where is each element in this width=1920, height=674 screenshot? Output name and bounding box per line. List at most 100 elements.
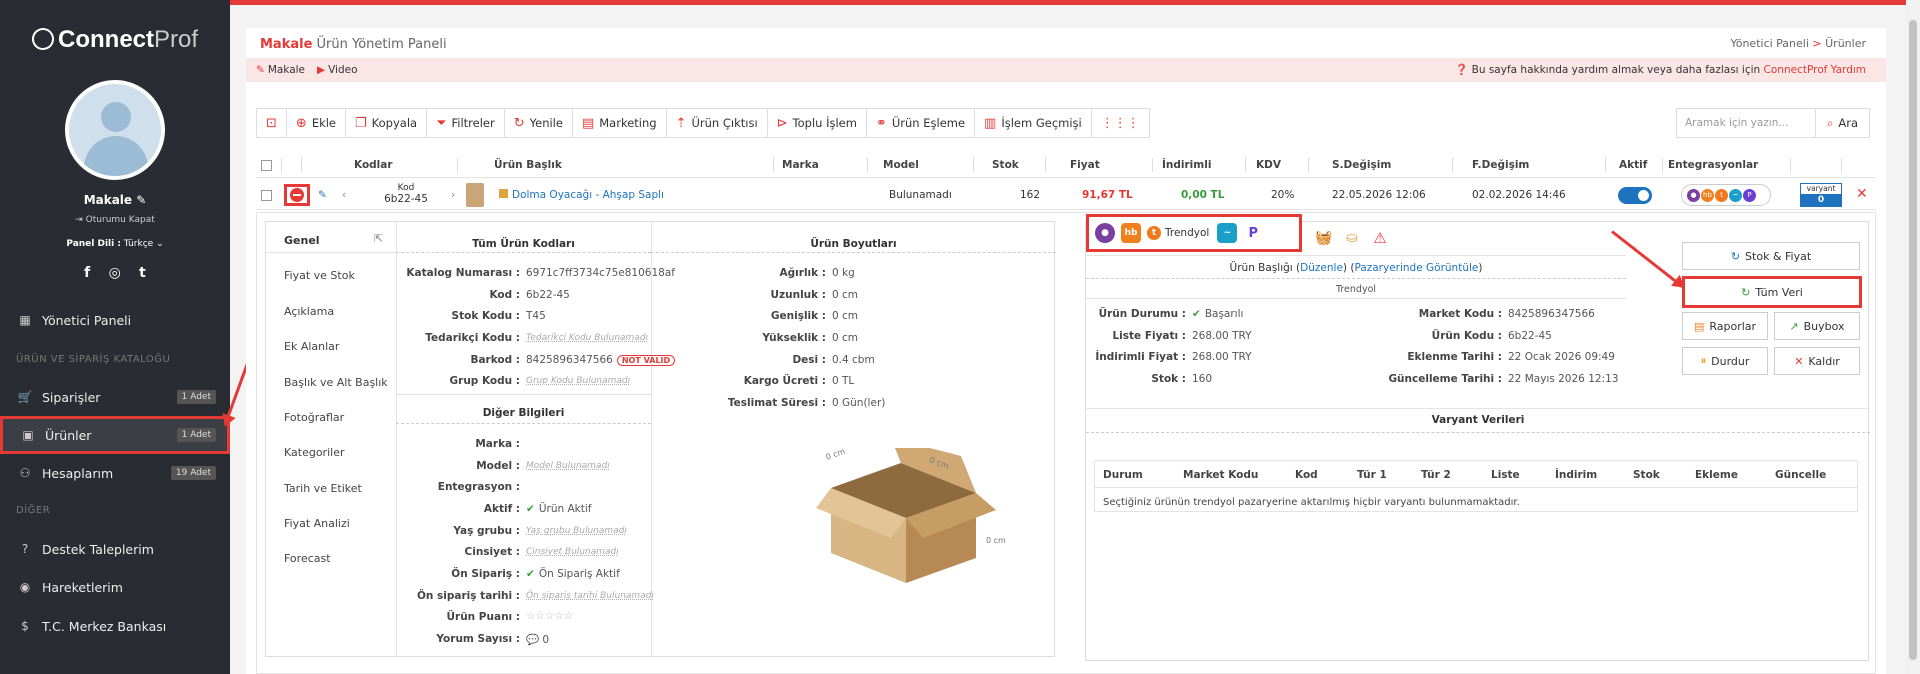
tab-date-tags[interactable]: Tarih ve Etiket — [284, 482, 362, 495]
vcol-stock[interactable]: Stok — [1633, 469, 1660, 481]
col-discounted[interactable]: İndirimli — [1162, 159, 1211, 171]
select-all-checkbox[interactable] — [261, 160, 272, 171]
search-button[interactable]: ⌕ Ara — [1816, 108, 1870, 138]
hepsiburada-icon[interactable]: hb — [1121, 223, 1141, 243]
avatar[interactable] — [65, 80, 165, 180]
filter-button[interactable]: ⏷ Filtreler — [427, 109, 505, 137]
match-button[interactable]: ⚭ Ürün Eşleme — [867, 109, 976, 137]
pazarama-icon[interactable]: P — [1243, 223, 1264, 243]
col-brand[interactable]: Marka — [782, 159, 819, 171]
makale-link[interactable]: Makale — [268, 64, 305, 76]
search-box: Aramak için yazın... ⌕ Ara — [1676, 108, 1870, 138]
settings-button[interactable]: ⊡ — [257, 109, 287, 137]
tab-photos[interactable]: Fotoğraflar — [284, 411, 344, 424]
tab-forecast[interactable]: Forecast — [284, 552, 331, 565]
col-model[interactable]: Model — [883, 159, 919, 171]
integrations-badges[interactable]: ● hb t ~ P — [1681, 184, 1771, 206]
tab-general[interactable]: Genel — [284, 234, 320, 247]
tab-description[interactable]: Açıklama — [284, 305, 334, 318]
close-icon[interactable]: ✕ — [1856, 186, 1868, 202]
table-row[interactable]: ✎ ‹ Kod 6b22-45 › Dolma Oyacağı - Ahşap S… — [256, 180, 1876, 210]
sidebar-item-products[interactable]: ▣ Ürünler 1 Adet — [0, 416, 230, 454]
bulk-action-button[interactable]: ⊳ Toplu İşlem — [768, 109, 867, 137]
basket-icon[interactable]: 🧺 — [1314, 228, 1334, 248]
col-title[interactable]: Ürün Başlık — [494, 159, 562, 171]
tab-extra-fields[interactable]: Ek Alanlar — [284, 340, 339, 353]
product-thumbnail[interactable] — [466, 183, 484, 207]
variants-title: Varyant Verileri — [1431, 414, 1525, 426]
col-price[interactable]: Fiyat — [1070, 159, 1100, 171]
user-name[interactable]: Makale ✎ — [0, 193, 230, 207]
col-fdate[interactable]: F.Değişim — [1472, 159, 1529, 171]
marketing-button[interactable]: ▤ Marketing — [573, 109, 667, 137]
coin-icon[interactable]: ⛀ — [1342, 228, 1362, 248]
ciceksepeti-icon[interactable]: ~ — [1217, 223, 1238, 243]
row-checkbox[interactable] — [261, 190, 272, 201]
buybox-button[interactable]: ↗ Buybox — [1774, 312, 1860, 340]
video-icon: ▶ — [317, 64, 326, 76]
col-vat[interactable]: KDV — [1256, 159, 1281, 171]
tab-titles[interactable]: Başlık ve Alt Başlık — [284, 376, 388, 389]
stock-price-button[interactable]: ↻ Stok & Fiyat — [1682, 242, 1860, 270]
sidebar-item-support[interactable]: ? Destek Taleplerim — [0, 531, 230, 567]
edit-icon[interactable]: ✎ — [318, 189, 327, 201]
vcol-list[interactable]: Liste — [1491, 469, 1520, 481]
sidebar-item-orders[interactable]: 🛒 Siparişler 1 Adet — [0, 379, 230, 415]
view-on-marketplace-link[interactable]: Pazaryerinde Görüntüle — [1354, 262, 1478, 274]
vcol-market-code[interactable]: Market Kodu — [1183, 469, 1258, 481]
facebook-icon[interactable]: f — [84, 265, 90, 281]
remove-button[interactable]: ✕ Kaldır — [1774, 347, 1860, 375]
col-integrations[interactable]: Entegrasyonlar — [1668, 159, 1758, 171]
tab-categories[interactable]: Kategoriler — [284, 446, 344, 459]
stop-button[interactable]: ⏸ Durdur — [1682, 347, 1768, 375]
brand-logo[interactable]: ConnectProf — [27, 23, 198, 55]
col-stock[interactable]: Stok — [992, 159, 1019, 171]
variant-badge[interactable]: varyant 0 — [1800, 183, 1842, 207]
sidebar-item-movements[interactable]: ◉ Hareketlerim — [0, 569, 230, 605]
breadcrumb-dashboard[interactable]: Yönetici Paneli — [1730, 37, 1808, 50]
search-input[interactable]: Aramak için yazın... — [1676, 108, 1816, 138]
more-button[interactable]: ⋮⋮⋮ — [1092, 109, 1149, 137]
warning-icon[interactable]: ⚠ — [1370, 228, 1390, 248]
vcol-status[interactable]: Durum — [1103, 469, 1143, 481]
scrollbar[interactable] — [1906, 0, 1920, 674]
edit-link[interactable]: Düzenle — [1300, 262, 1343, 274]
logout-link[interactable]: ⇥ Oturumu Kapat — [0, 215, 230, 225]
sidebar-item-dashboard[interactable]: ▦ Yönetici Paneli — [0, 302, 230, 338]
vcol-code[interactable]: Kod — [1295, 469, 1318, 481]
vcol-added[interactable]: Ekleme — [1695, 469, 1738, 481]
next-code-icon[interactable]: › — [451, 189, 455, 201]
all-data-button[interactable]: ↻ Tüm Veri — [1682, 276, 1862, 308]
col-codes[interactable]: Kodlar — [354, 159, 393, 171]
delete-row-button[interactable] — [284, 184, 310, 206]
sidebar-item-accounts[interactable]: ⚇ Hesaplarım 19 Adet — [0, 455, 230, 491]
history-button[interactable]: ▥ İşlem Geçmişi — [975, 109, 1092, 137]
vcol-discount[interactable]: İndirim — [1555, 469, 1597, 481]
copy-button[interactable]: ❐ Kopyala — [346, 109, 428, 137]
n11-icon[interactable]: ● — [1095, 223, 1115, 243]
active-toggle[interactable] — [1618, 187, 1652, 204]
tab-price-stock[interactable]: Fiyat ve Stok — [284, 269, 355, 282]
twitter-icon[interactable]: t — [139, 265, 146, 281]
reports-button[interactable]: ▤ Raporlar — [1682, 312, 1768, 340]
col-active[interactable]: Aktif — [1619, 159, 1647, 171]
edit-profile-icon[interactable]: ✎ — [136, 193, 146, 207]
vcol-updated[interactable]: Güncelle — [1775, 469, 1826, 481]
vcol-type2[interactable]: Tür 2 — [1421, 469, 1451, 481]
add-button[interactable]: ⊕ Ekle — [287, 109, 347, 137]
tab-price-analysis[interactable]: Fiyat Analizi — [284, 517, 350, 530]
product-name-link[interactable]: Dolma Oyacağı - Ahşap Saplı — [499, 189, 664, 201]
trendyol-tab[interactable]: t Trendyol — [1147, 226, 1209, 240]
refresh-button[interactable]: ↻ Yenile — [505, 109, 573, 137]
vcol-type1[interactable]: Tür 1 — [1357, 469, 1387, 481]
export-button[interactable]: ⇡ Ürün Çıktısı — [667, 109, 768, 137]
help-link[interactable]: ConnectProf Yardım — [1764, 64, 1866, 76]
refresh-icon: ↻ — [1730, 249, 1741, 263]
sidebar-item-central-bank[interactable]: $ T.C. Merkez Bankası — [0, 608, 230, 644]
language-select[interactable]: Panel Dili : Türkçe ⌄ — [0, 239, 230, 249]
expand-icon[interactable]: ⇱ — [374, 232, 383, 245]
video-link[interactable]: Video — [328, 64, 357, 76]
instagram-icon[interactable]: ◎ — [109, 265, 121, 281]
col-sdate[interactable]: S.Değişim — [1332, 159, 1391, 171]
prev-code-icon[interactable]: ‹ — [342, 189, 346, 201]
